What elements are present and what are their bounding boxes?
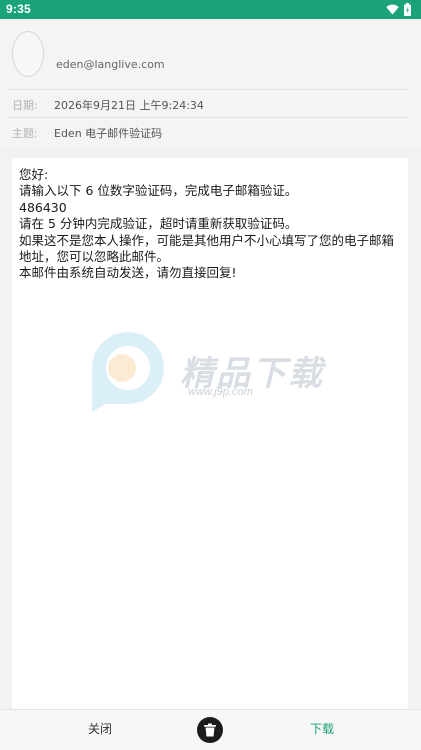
body-line: 请输入以下 6 位数字验证码，完成电子邮箱验证。 [19, 183, 298, 199]
trash-icon [204, 723, 216, 737]
wifi-icon [386, 4, 399, 15]
body-line: 您好: [19, 167, 49, 182]
header-divider [8, 117, 408, 118]
subject-row: 主题: Eden 电子邮件验证码 [12, 125, 162, 141]
bottom-action-bar: 关闭 下载 [0, 709, 421, 750]
status-bar: 9:35 [0, 0, 421, 19]
date-value: 2026年9月21日 上午9:24:34 [54, 99, 204, 112]
watermark: 精品下载 www.j9p.com [84, 328, 354, 418]
header-divider [8, 89, 408, 90]
sender-avatar [12, 31, 44, 77]
date-label: 日期: [12, 99, 38, 112]
watermark-url: www.j9p.com [188, 386, 253, 398]
delete-button[interactable] [197, 717, 223, 743]
email-header: eden@langlive.com 日期: 2026年9月21日 上午9:24:… [0, 19, 421, 149]
verification-code: 486430 [19, 199, 67, 215]
close-button[interactable]: 关闭 [72, 720, 128, 740]
body-line: 请在 5 分钟内完成验证，超时请重新获取验证码。 [19, 216, 298, 232]
download-button[interactable]: 下载 [294, 720, 350, 740]
body-line: 本邮件由系统自动发送，请勿直接回复! [19, 265, 237, 281]
sender-address: eden@langlive.com [56, 58, 165, 71]
status-time: 9:35 [6, 2, 31, 16]
date-row: 日期: 2026年9月21日 上午9:24:34 [12, 97, 204, 113]
email-body-card[interactable]: 您好: 请输入以下 6 位数字验证码，完成电子邮箱验证。 486430 请在 5… [12, 158, 408, 709]
subject-label: 主题: [12, 127, 38, 140]
body-line: 如果这不是您本人操作，可能是其他用户不小心填写了您的电子邮箱 [19, 232, 395, 248]
body-line: 地址，您可以忽略此邮件。 [19, 249, 170, 265]
status-icons [386, 2, 411, 17]
email-body: 您好: 请输入以下 6 位数字验证码，完成电子邮箱验证。 486430 请在 5… [19, 167, 404, 282]
subject-value: Eden 电子邮件验证码 [54, 127, 163, 140]
battery-icon [404, 3, 411, 16]
p-logo-icon [92, 332, 164, 412]
